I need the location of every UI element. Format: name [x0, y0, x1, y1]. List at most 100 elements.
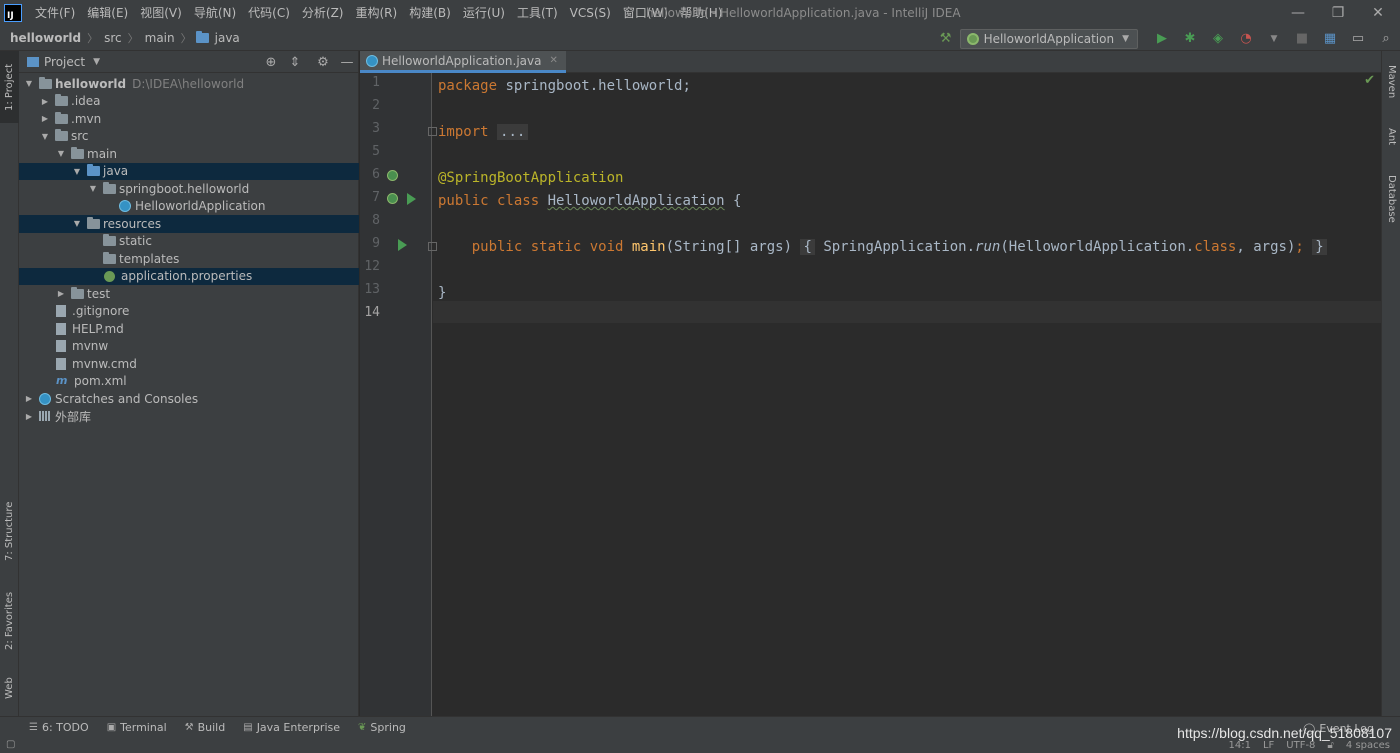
expand-arrow-right-icon[interactable]: ▶ — [55, 289, 67, 298]
tree-item[interactable]: ▶ .mvn — [19, 110, 359, 128]
menu-analyze[interactable]: 分析(Z) — [296, 0, 350, 26]
breadcrumb-project[interactable]: helloworld — [0, 31, 83, 45]
search-icon[interactable]: ⌕ — [1375, 28, 1397, 50]
coverage-icon[interactable]: ◈ — [1207, 28, 1229, 50]
run-icon[interactable]: ▶ — [1151, 28, 1173, 50]
menu-refactor[interactable]: 重构(R) — [350, 0, 404, 26]
tree-item[interactable]: ▼ helloworld D:\IDEA\helloworld — [19, 75, 359, 93]
tool-tab-favorites[interactable]: 2: Favorites — [0, 581, 19, 661]
tree-item[interactable]: ▼ java — [19, 162, 359, 180]
class-name: HelloworldApplication — [547, 193, 725, 209]
toggle-tool-windows-icon[interactable]: ▢ — [6, 739, 15, 750]
project-view-selector[interactable]: Project ▼ — [19, 55, 100, 69]
breadcrumb-java[interactable]: java — [213, 31, 242, 45]
menu-edit[interactable]: 编辑(E) — [81, 0, 134, 26]
tree-item[interactable]: ▶ 外部库 — [19, 408, 359, 426]
chevron-down-icon[interactable]: ▼ — [1263, 28, 1285, 50]
tree-item[interactable]: ▶ .idea — [19, 93, 359, 111]
keyword: import — [438, 124, 489, 140]
tool-terminal[interactable]: ▣ Terminal — [98, 721, 176, 734]
expand-arrow-right-icon[interactable]: ▶ — [23, 394, 35, 403]
maximize-icon[interactable]: ❐ — [1318, 0, 1358, 26]
indent-setting[interactable]: 4 spaces — [1346, 740, 1390, 751]
tool-java-enterprise[interactable]: ▤ Java Enterprise — [234, 721, 349, 734]
breadcrumb-main[interactable]: main — [143, 31, 177, 45]
expand-arrow-down-icon[interactable]: ▼ — [71, 219, 83, 228]
gear-icon[interactable]: ⚙ — [312, 55, 334, 70]
collapse-all-icon[interactable]: ⇕ — [284, 55, 306, 70]
stop-icon[interactable]: ■ — [1291, 28, 1313, 50]
tree-item[interactable]: ▼ springboot.helloworld — [19, 180, 359, 198]
expand-arrow-right-icon[interactable]: ▶ — [39, 114, 51, 123]
folded-brace[interactable]: { — [800, 239, 815, 255]
tree-item[interactable]: static — [19, 233, 359, 251]
file-encoding[interactable]: UTF-8 — [1286, 740, 1315, 751]
menu-code[interactable]: 代码(C) — [242, 0, 296, 26]
menu-navigate[interactable]: 导航(N) — [188, 0, 242, 26]
tool-tab-ant[interactable]: Ant — [1382, 119, 1400, 155]
profile-icon[interactable]: ◔ — [1235, 28, 1257, 50]
folded-brace[interactable]: } — [1312, 239, 1327, 255]
debug-icon[interactable]: ✱ — [1179, 28, 1201, 50]
caret-position[interactable]: 14:1 — [1228, 740, 1250, 751]
expand-arrow-right-icon[interactable]: ▶ — [23, 412, 35, 421]
expand-arrow-down-icon[interactable]: ▼ — [23, 79, 35, 88]
locate-file-icon[interactable]: ⊕ — [260, 55, 282, 70]
menu-build[interactable]: 构建(B) — [403, 0, 457, 26]
tree-item[interactable]: m pom.xml — [19, 373, 359, 391]
tree-item[interactable]: ▼ main — [19, 145, 359, 163]
build-hammer-icon[interactable]: ⚒ — [935, 28, 957, 50]
tree-item[interactable]: mvnw — [19, 338, 359, 356]
tree-item[interactable]: ▼ src — [19, 128, 359, 146]
code-line-9: public static void main(String[] args) {… — [438, 236, 1327, 258]
folded-imports[interactable]: ... — [497, 124, 529, 140]
close-tab-icon[interactable]: ✕ — [549, 55, 557, 66]
tree-item[interactable]: ▼ resources — [19, 215, 359, 233]
tree-item[interactable]: mvnw.cmd — [19, 355, 359, 373]
tree-item[interactable]: HELP.md — [19, 320, 359, 338]
menu-run[interactable]: 运行(U) — [457, 0, 511, 26]
presentation-mode-icon[interactable]: ▭ — [1347, 28, 1369, 50]
tree-item[interactable]: ▶ Scratches and Consoles — [19, 390, 359, 408]
code-editor[interactable]: package springboot.helloworld; import ..… — [433, 73, 1381, 716]
tool-build[interactable]: ⚒ Build — [176, 721, 235, 734]
expand-arrow-down-icon[interactable]: ▼ — [55, 149, 67, 158]
code-text: ; — [1295, 239, 1304, 255]
menu-tools[interactable]: 工具(T) — [511, 0, 564, 26]
menu-vcs[interactable]: VCS(S) — [564, 0, 617, 26]
keyword: class — [1194, 239, 1237, 255]
menu-file[interactable]: 文件(F) — [29, 0, 81, 26]
tree-item[interactable]: ▶ test — [19, 285, 359, 303]
spring-bean-icon[interactable] — [387, 170, 398, 181]
expand-arrow-right-icon[interactable]: ▶ — [39, 97, 51, 106]
tool-label: Java Enterprise — [256, 721, 341, 734]
menu-view[interactable]: 视图(V) — [134, 0, 188, 26]
tree-item-label: src — [71, 129, 89, 144]
tool-tab-web[interactable]: Web — [0, 666, 19, 711]
tool-tab-structure[interactable]: 7: Structure — [0, 491, 19, 571]
breadcrumb-src[interactable]: src — [102, 31, 124, 45]
tool-spring[interactable]: ❦ Spring — [349, 721, 415, 734]
expand-arrow-down-icon[interactable]: ▼ — [87, 184, 99, 193]
minimize-icon[interactable]: — — [1278, 0, 1318, 26]
run-gutter-icon[interactable] — [407, 193, 416, 205]
tool-tab-project[interactable]: 1: Project — [0, 51, 19, 123]
tool-tab-database[interactable]: Database — [1382, 167, 1400, 231]
run-configuration-select[interactable]: HelloworldApplication ▼ — [959, 28, 1138, 49]
tree-item[interactable]: application.properties — [19, 267, 359, 285]
line-separator[interactable]: LF — [1263, 740, 1274, 751]
editor-tab-active[interactable]: HelloworldApplication.java ✕ — [360, 51, 566, 73]
tree-item[interactable]: templates — [19, 250, 359, 268]
lock-icon[interactable]: 🔓︎ — [1327, 740, 1333, 751]
tool-todo[interactable]: ☰ 6: TODO — [20, 721, 98, 734]
spring-bean-icon[interactable] — [387, 193, 398, 204]
expand-arrow-down-icon[interactable]: ▼ — [39, 132, 51, 141]
tree-item[interactable]: .gitignore — [19, 303, 359, 321]
close-window-icon[interactable]: ✕ — [1358, 0, 1398, 26]
tool-tab-maven[interactable]: Maven — [1382, 55, 1400, 109]
expand-arrow-down-icon[interactable]: ▼ — [71, 167, 83, 176]
hide-panel-icon[interactable]: — — [336, 55, 358, 70]
tree-item[interactable]: HelloworldApplication — [19, 198, 359, 216]
project-structure-icon[interactable]: ▦ — [1319, 28, 1341, 50]
run-gutter-icon[interactable] — [398, 239, 407, 251]
